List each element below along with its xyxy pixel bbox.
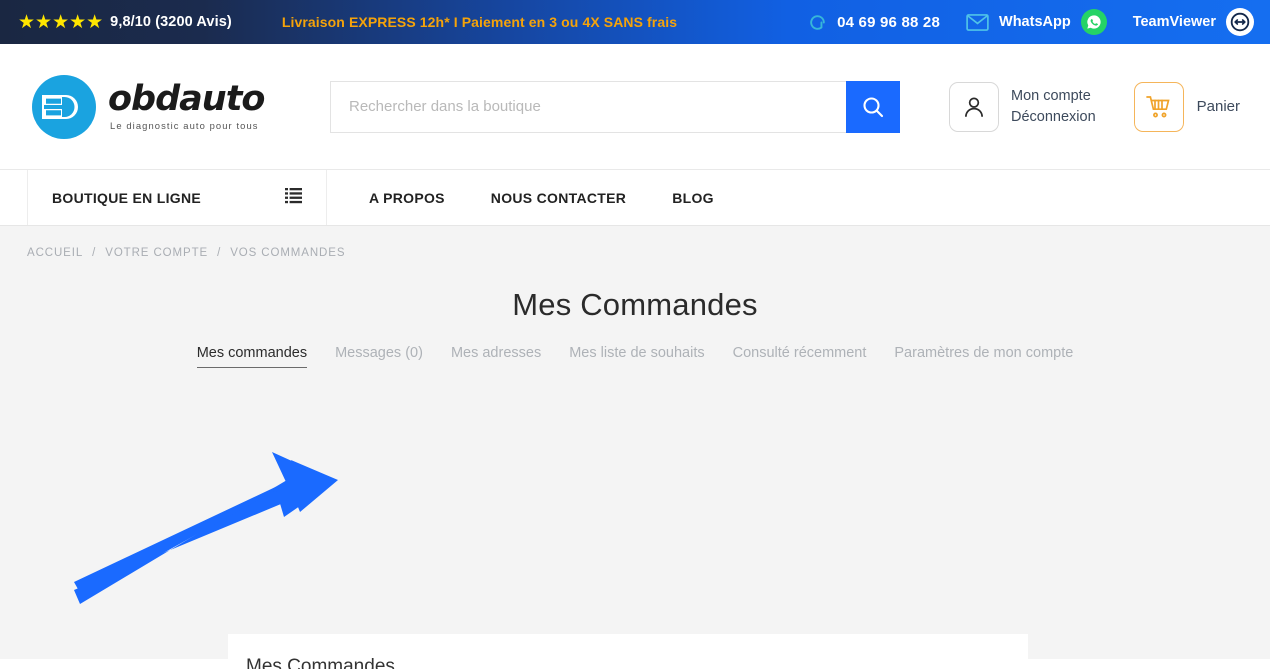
teamviewer-icon[interactable] [1226, 8, 1254, 36]
tab-parametres-de-mon-compte[interactable]: Paramètres de mon compte [894, 345, 1073, 368]
nav-links: A PROPOS NOUS CONTACTER BLOG [369, 170, 714, 225]
tab-messages[interactable]: Messages (0) [335, 345, 423, 368]
mail-icon[interactable] [966, 13, 989, 31]
nav-item-boutique[interactable]: BOUTIQUE EN LIGNE [27, 170, 327, 225]
cart-label: Panier [1196, 98, 1240, 115]
list-menu-icon[interactable] [285, 187, 302, 209]
tab-mes-commandes[interactable]: Mes commandes [196, 345, 308, 368]
breadcrumb-separator: / [92, 247, 97, 259]
nav-shop-label: BOUTIQUE EN LIGNE [52, 189, 201, 206]
rating-text: 9,8/10 (3200 Avis) [110, 14, 232, 30]
tab-mes-adresses[interactable]: Mes adresses [451, 345, 541, 368]
nav-item-a-propos[interactable]: A PROPOS [369, 190, 445, 206]
search-button[interactable] [846, 80, 900, 133]
headset-icon [808, 13, 827, 32]
topbar-contacts: 04 69 96 88 28 WhatsApp TeamViewer [782, 8, 1270, 36]
logo-wordmark: obdauto [108, 79, 265, 120]
phone-number: 04 69 96 88 28 [837, 13, 941, 31]
breadcrumb-separator: / [217, 247, 222, 259]
tab-consulte-recemment[interactable]: Consulté récemment [733, 345, 867, 368]
orders-card-title: Mes Commandes [246, 656, 395, 669]
logo-tagline: Le diagnostic auto pour tous [110, 120, 259, 132]
header-actions: Mon compte Déconnexion Panier [948, 81, 1270, 132]
teamviewer-contact[interactable]: TeamViewer [1133, 8, 1254, 36]
top-promo-bar: ★★★★★ 9,8/10 (3200 Avis) Livraison EXPRE… [0, 0, 1270, 44]
tab-mes-liste-de-souhaits[interactable]: Mes liste de souhaits [569, 345, 704, 368]
whatsapp-label: WhatsApp [999, 14, 1071, 30]
nav-item-nous-contacter[interactable]: NOUS CONTACTER [491, 190, 626, 206]
logout-link[interactable]: Déconnexion [1011, 108, 1096, 126]
page-title: Mes Commandes [512, 287, 758, 322]
whatsapp-icon[interactable] [1080, 9, 1107, 35]
phone-contact[interactable]: 04 69 96 88 28 [808, 13, 940, 32]
my-account-link[interactable]: Mon compte [1011, 87, 1096, 105]
whatsapp-contact[interactable]: WhatsApp [966, 9, 1107, 35]
site-header: obdauto Le diagnostic auto pour tous Mon… [0, 44, 1270, 170]
teamviewer-label: TeamViewer [1132, 14, 1216, 30]
main-content: ACCUEIL / VOTRE COMPTE / VOS COMMANDES M… [0, 226, 1270, 669]
account-tabs: Mes commandes Messages (0) Mes adresses … [0, 345, 1270, 368]
site-logo[interactable]: obdauto Le diagnostic auto pour tous [30, 73, 300, 141]
logo-mark-icon [32, 74, 96, 139]
breadcrumb-item-votre-compte[interactable]: VOTRE COMPTE [105, 247, 208, 259]
account-block[interactable]: Mon compte Déconnexion [948, 81, 1096, 132]
nav-item-blog[interactable]: BLOG [672, 190, 714, 206]
promo-message: Livraison EXPRESS 12h* I Paiement en 3 o… [281, 14, 678, 30]
breadcrumb-item-accueil[interactable]: ACCUEIL [27, 247, 83, 259]
star-rating-icon: ★★★★★ [18, 11, 104, 33]
user-icon[interactable] [948, 81, 999, 132]
search-bar[interactable] [330, 80, 900, 133]
rating-block: ★★★★★ 9,8/10 (3200 Avis) [18, 13, 232, 32]
search-icon [863, 96, 884, 117]
breadcrumb: ACCUEIL / VOTRE COMPTE / VOS COMMANDES [0, 226, 1270, 259]
breadcrumb-item-vos-commandes: VOS COMMANDES [230, 247, 346, 259]
orders-card: Mes Commandes Commande #109 1 produit to… [228, 634, 1028, 669]
search-input[interactable] [330, 80, 846, 133]
cart-block[interactable]: Panier [1133, 81, 1240, 132]
main-navigation: BOUTIQUE EN LIGNE A PROPOS NOUS CONTACTE… [0, 170, 1270, 226]
cart-icon[interactable] [1133, 81, 1184, 132]
